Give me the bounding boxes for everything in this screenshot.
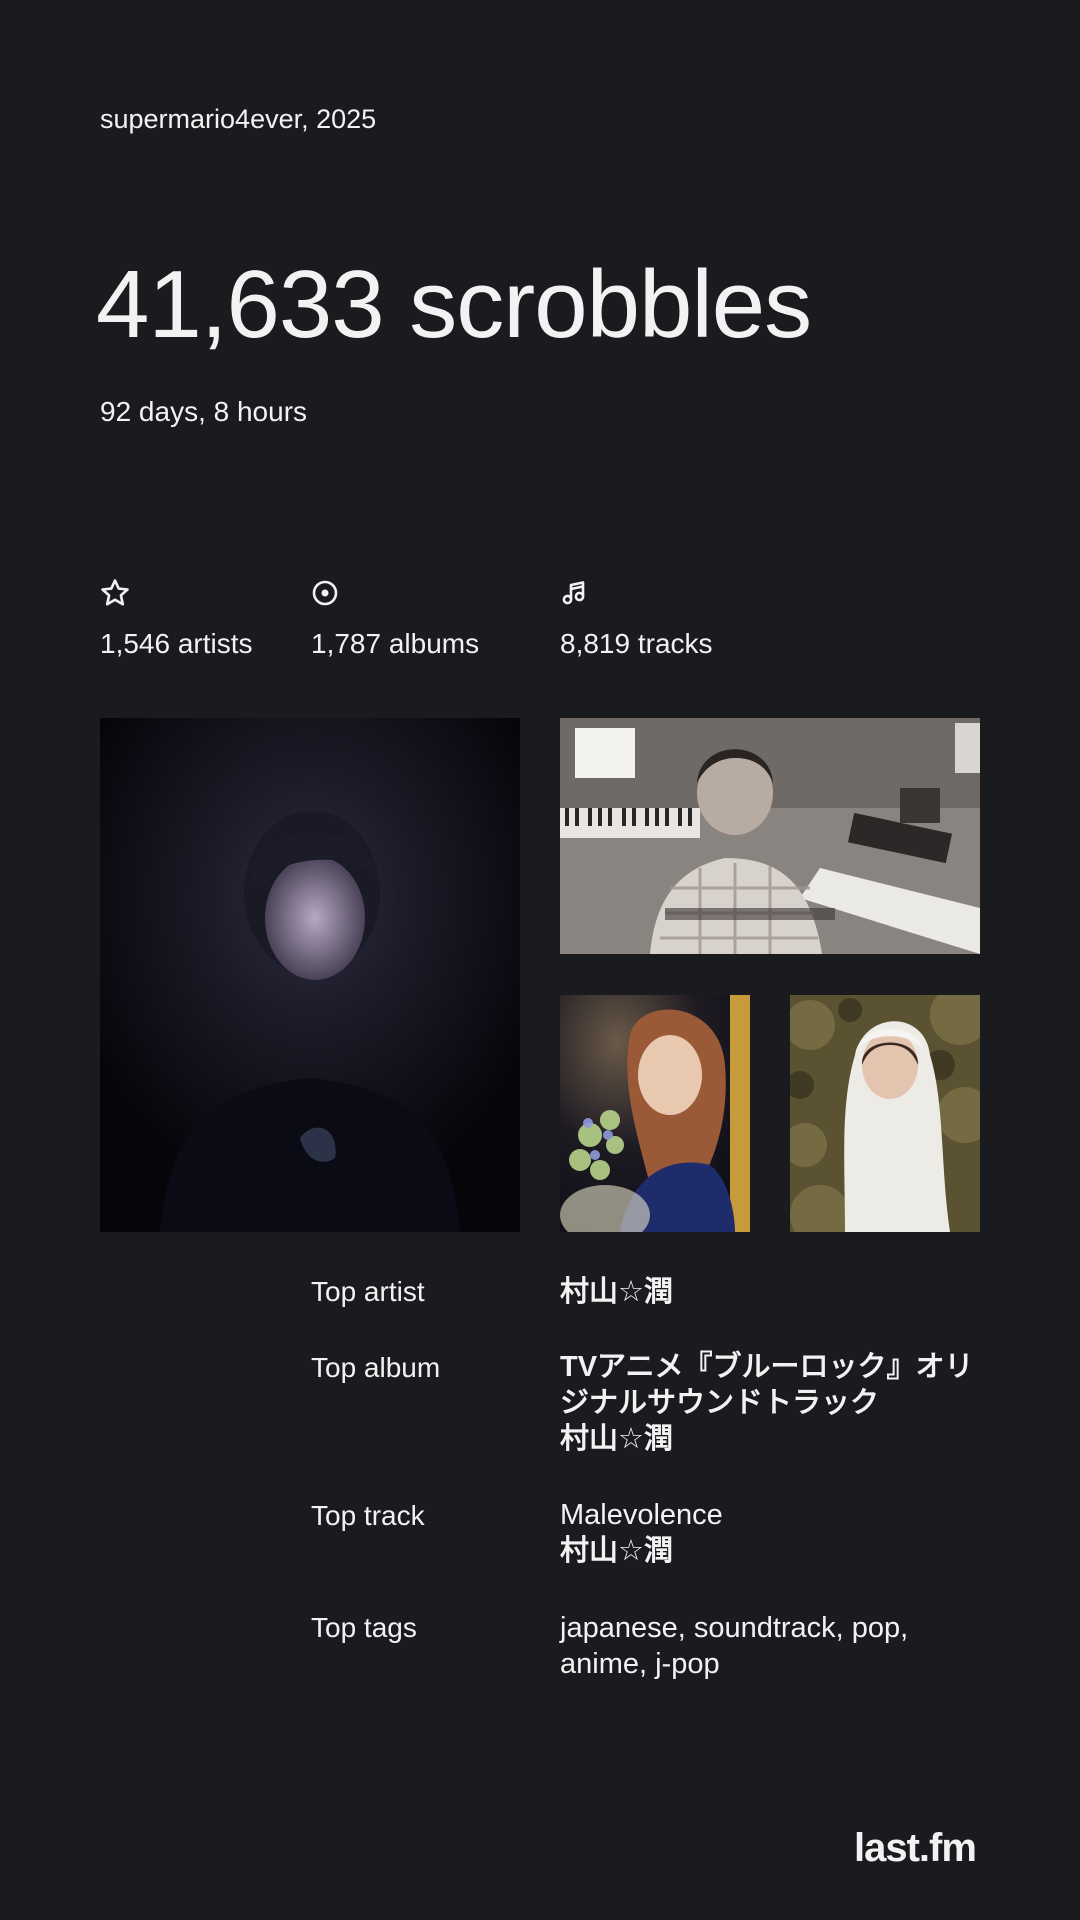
top-track-title[interactable]: Malevolence bbox=[560, 1497, 1000, 1533]
top-track-value[interactable]: Malevolence 村山☆潤 bbox=[560, 1497, 1000, 1569]
top-album-title-line-2[interactable]: ジナルサウンドトラック bbox=[560, 1385, 1000, 1421]
top-tags-value: japanese, soundtrack, pop, anime, j-pop bbox=[560, 1610, 1000, 1682]
top-album-title-line-1[interactable]: TVアニメ『ブルーロック』オリ bbox=[560, 1349, 1000, 1385]
artists-count: 1,546 artists bbox=[100, 628, 253, 659]
top-track-photo bbox=[560, 995, 750, 1232]
top-album-label: Top album bbox=[311, 1352, 441, 1383]
star-icon bbox=[100, 578, 130, 608]
top-tags-line-1: japanese, soundtrack, pop, bbox=[560, 1612, 909, 1644]
top-tag-artist-photo bbox=[790, 995, 980, 1232]
scrobble-count: 41,633 scrobbles bbox=[96, 251, 812, 358]
user-year-label: supermario4ever, 2025 bbox=[100, 104, 377, 134]
top-artist-label: Top artist bbox=[311, 1276, 425, 1307]
top-track-artist[interactable]: 村山☆潤 bbox=[560, 1533, 1000, 1569]
top-artist-photo bbox=[100, 718, 520, 1232]
top-album-artist[interactable]: 村山☆潤 bbox=[560, 1421, 1000, 1457]
music-note-icon bbox=[560, 578, 590, 608]
album-disc-icon bbox=[310, 578, 340, 608]
tracks-count: 8,819 tracks bbox=[560, 628, 713, 659]
top-album-value[interactable]: TVアニメ『ブルーロック』オリ ジナルサウンドトラック 村山☆潤 bbox=[560, 1349, 1000, 1457]
top-album-photo bbox=[560, 718, 980, 954]
listening-time: 92 days, 8 hours bbox=[100, 396, 308, 427]
top-artist-name[interactable]: 村山☆潤 bbox=[560, 1274, 1000, 1310]
top-tags-label: Top tags bbox=[311, 1612, 417, 1643]
lastfm-logo[interactable]: last.fm bbox=[854, 1826, 977, 1870]
top-artist-value[interactable]: 村山☆潤 bbox=[560, 1274, 1000, 1310]
albums-count: 1,787 albums bbox=[311, 628, 480, 659]
top-tags-line-2: anime, j-pop bbox=[560, 1648, 720, 1680]
top-track-label: Top track bbox=[311, 1500, 425, 1531]
